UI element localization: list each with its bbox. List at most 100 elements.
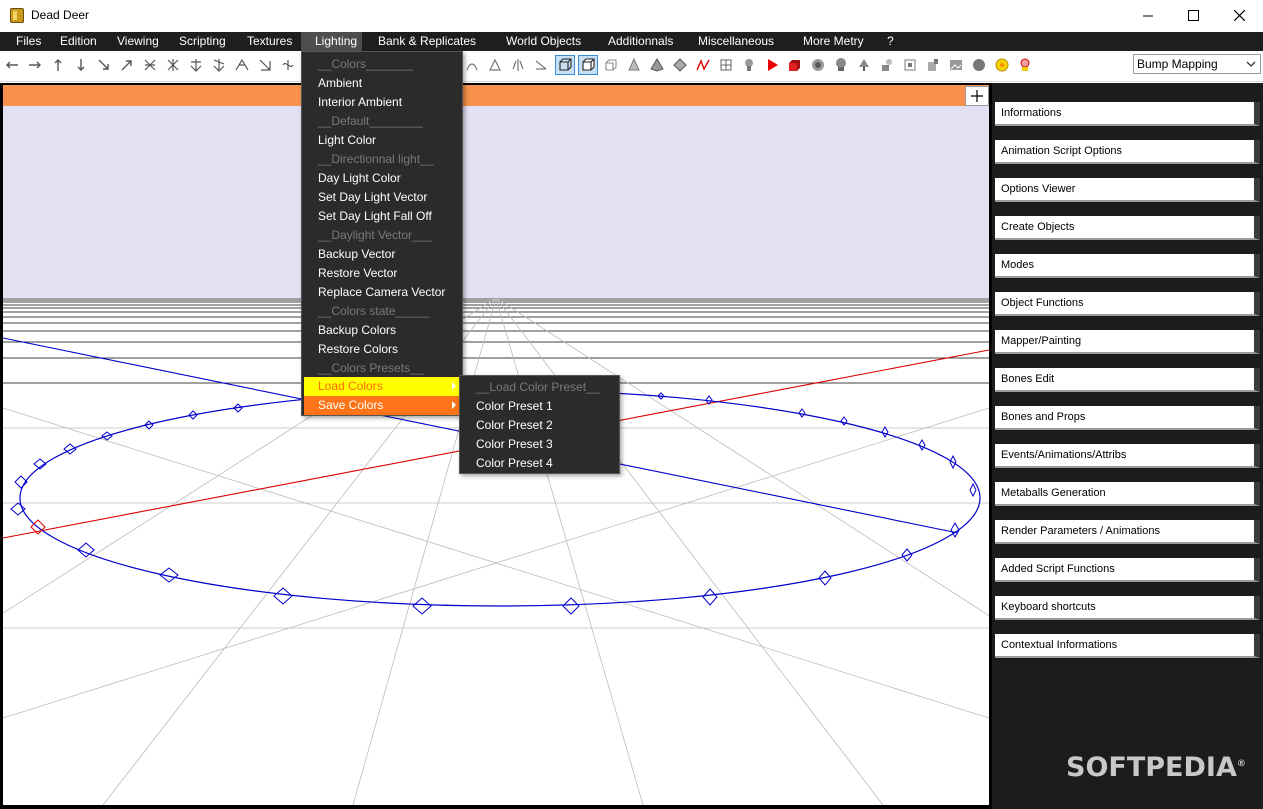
solid-cube-icon[interactable] [578, 55, 598, 75]
lighting-item-backup-vector[interactable]: Backup Vector [302, 245, 462, 264]
pyramid-icon[interactable] [647, 55, 667, 75]
lighting-section-default: __Default________ [318, 114, 423, 128]
submenu-arrow-icon [452, 382, 456, 390]
lighting-menu: __Colors_______ Ambient Interior Ambient… [301, 51, 463, 416]
submenu-item-color-preset-3[interactable]: Color Preset 3 [460, 435, 619, 454]
minimize-button[interactable] [1125, 0, 1171, 31]
image-icon[interactable] [946, 55, 966, 75]
twist-icon[interactable] [278, 55, 298, 75]
lamp-icon[interactable] [877, 55, 897, 75]
lighting-item-load-colors[interactable]: Load Colors [304, 377, 460, 396]
panel-metaballs-generation[interactable]: Metaballs Generation [995, 482, 1260, 506]
submenu-item-color-preset-2[interactable]: Color Preset 2 [460, 416, 619, 435]
window-title: Dead Deer [31, 8, 90, 22]
lighting-item-restore-vector[interactable]: Restore Vector [302, 264, 462, 283]
cone-icon[interactable] [624, 55, 644, 75]
panel-keyboard-shortcuts[interactable]: Keyboard shortcuts [995, 596, 1260, 620]
menu-bank-replicates[interactable]: Bank & Replicates [378, 32, 476, 51]
panel-contextual-informations[interactable]: Contextual Informations [995, 634, 1260, 658]
toolbar [0, 51, 1263, 82]
render-mode-select[interactable]: Bump Mapping [1133, 54, 1261, 74]
panel-modes[interactable]: Modes [995, 254, 1260, 278]
menu-world-objects[interactable]: World Objects [506, 32, 581, 51]
panel-animation-script-options[interactable]: Animation Script Options [995, 140, 1260, 164]
save-colors-label: Save Colors [318, 398, 384, 412]
panel-render-parameters[interactable]: Render Parameters / Animations [995, 520, 1260, 544]
menu-help[interactable]: ? [887, 32, 894, 51]
lighting-item-set-day-light-fall-off[interactable]: Set Day Light Fall Off [302, 207, 462, 226]
lighting-item-backup-colors[interactable]: Backup Colors [302, 321, 462, 340]
panel-object-functions[interactable]: Object Functions [995, 292, 1260, 316]
shear-icon[interactable] [232, 55, 252, 75]
menu-textures[interactable]: Textures [247, 32, 292, 51]
panel-bones-and-props[interactable]: Bones and Props [995, 406, 1260, 430]
close-button[interactable] [1216, 0, 1262, 31]
lighting-item-day-light-color[interactable]: Day Light Color [302, 169, 462, 188]
scale-icon[interactable] [140, 55, 160, 75]
move-right-icon[interactable] [25, 55, 45, 75]
rotate-axis-icon[interactable] [209, 55, 229, 75]
menu-scripting[interactable]: Scripting [179, 32, 226, 51]
grid-icon[interactable] [716, 55, 736, 75]
move-down-icon[interactable] [71, 55, 91, 75]
light-bulb-icon[interactable] [992, 55, 1012, 75]
menu-miscellaneous[interactable]: Miscellaneous [698, 32, 774, 51]
lighting-item-replace-camera-vector[interactable]: Replace Camera Vector [302, 283, 462, 302]
layer-icon[interactable] [900, 55, 920, 75]
maximize-button[interactable] [1170, 0, 1216, 31]
character-icon[interactable] [1015, 55, 1035, 75]
menu-files[interactable]: Files [16, 32, 41, 51]
lighting-item-ambient[interactable]: Ambient [302, 74, 462, 93]
panel-bones-edit[interactable]: Bones Edit [995, 368, 1260, 392]
lighting-item-light-color[interactable]: Light Color [302, 131, 462, 150]
watermark: SOFTPEDIA® [1066, 752, 1246, 783]
viewport-header-bar [3, 85, 989, 106]
tree-icon[interactable] [854, 55, 874, 75]
bend-icon[interactable] [462, 55, 482, 75]
move-diag-down-icon[interactable] [94, 55, 114, 75]
head-icon[interactable] [831, 55, 851, 75]
move-diag-up-icon[interactable] [117, 55, 137, 75]
move-left-icon[interactable] [2, 55, 22, 75]
submenu-item-color-preset-1[interactable]: Color Preset 1 [460, 397, 619, 416]
menu-additionnals[interactable]: Additionnals [608, 32, 673, 51]
menu-edition[interactable]: Edition [60, 32, 97, 51]
panel-options-viewer[interactable]: Options Viewer [995, 178, 1260, 202]
menu-lighting[interactable]: Lighting [301, 32, 362, 51]
lighting-item-interior-ambient[interactable]: Interior Ambient [302, 93, 462, 112]
panel-informations[interactable]: Informations [995, 102, 1260, 126]
panel-mapper-painting[interactable]: Mapper/Painting [995, 330, 1260, 354]
cube-outline-icon[interactable] [601, 55, 621, 75]
texture-icon[interactable] [923, 55, 943, 75]
wireframe-cube-icon[interactable] [555, 55, 575, 75]
align-icon[interactable] [531, 55, 551, 75]
menu-more-metry[interactable]: More Metry [803, 32, 864, 51]
red-cube-icon[interactable] [785, 55, 805, 75]
app-window: Dead Deer Files Edition Viewing Scriptin… [0, 0, 1263, 809]
mirror-icon[interactable] [508, 55, 528, 75]
viewport-add-button[interactable] [965, 86, 989, 106]
panel-events-animations-attribs[interactable]: Events/Animations/Attribs [995, 444, 1260, 468]
chevron-down-icon [1246, 61, 1256, 67]
panel-added-script-functions[interactable]: Added Script Functions [995, 558, 1260, 582]
bone-icon[interactable] [739, 55, 759, 75]
play-icon[interactable] [762, 55, 782, 75]
menu-viewing[interactable]: Viewing [117, 32, 159, 51]
taper-icon[interactable] [485, 55, 505, 75]
shear-axis-icon[interactable] [255, 55, 275, 75]
panel-create-objects[interactable]: Create Objects [995, 216, 1260, 240]
sphere-icon[interactable] [969, 55, 989, 75]
move-up-icon[interactable] [48, 55, 68, 75]
watermark-mark: ® [1236, 759, 1246, 769]
lighting-item-restore-colors[interactable]: Restore Colors [302, 340, 462, 359]
rotate-icon[interactable] [186, 55, 206, 75]
submenu-item-color-preset-4[interactable]: Color Preset 4 [460, 454, 619, 473]
scale-axis-icon[interactable] [163, 55, 183, 75]
load-colors-submenu: __Load Color Preset__ Color Preset 1 Col… [459, 375, 620, 474]
lighting-item-set-day-light-vector[interactable]: Set Day Light Vector [302, 188, 462, 207]
camera-icon[interactable] [808, 55, 828, 75]
curve-icon[interactable] [693, 55, 713, 75]
watermark-text: SOFTPEDIA [1066, 752, 1237, 783]
lighting-item-save-colors[interactable]: Save Colors [304, 396, 460, 415]
diamond-icon[interactable] [670, 55, 690, 75]
